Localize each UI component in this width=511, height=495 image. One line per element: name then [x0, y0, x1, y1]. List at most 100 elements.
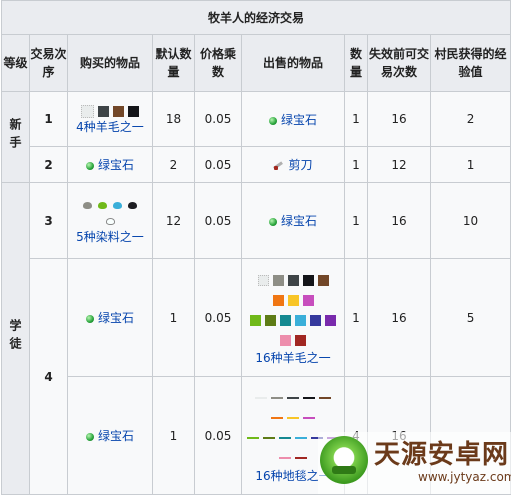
wool-icon: [302, 274, 314, 286]
header-qty: 数量: [344, 34, 368, 92]
android-logo-icon: [320, 436, 368, 484]
price-mult: 0.05: [194, 91, 242, 147]
buy-item-link[interactable]: 5种染料之一: [76, 230, 144, 244]
wool-icon: [272, 294, 284, 306]
header-sell: 出售的物品: [241, 34, 345, 92]
wool-icon: [302, 294, 314, 306]
header-trade-order: 交易次序: [29, 34, 68, 92]
carpet-icon: [295, 457, 307, 459]
header-default-qty: 默认数量: [152, 34, 195, 92]
carpet-icon: [247, 437, 259, 439]
buy-item-link[interactable]: 绿宝石: [98, 311, 134, 325]
wool-icon: [257, 274, 269, 286]
wool-icon: [250, 314, 261, 326]
max-uses: 16: [367, 258, 431, 377]
shepherd-trades-table: 牧羊人的经济交易 等级 交易次序 购买的物品 默认数量 价格乘数 出售的物品 数…: [0, 0, 511, 495]
sell-cell: 剪刀: [241, 146, 345, 183]
qty: 1: [344, 91, 368, 147]
carpet-icon: [263, 437, 275, 439]
carpet-icon: [271, 417, 283, 419]
wool-icon: [113, 106, 124, 117]
wool-swatches: [68, 103, 152, 119]
header-max-uses: 失效前可交易次数: [367, 34, 431, 92]
header-buy: 购买的物品: [67, 34, 153, 92]
wool-icon: [317, 274, 329, 286]
carpet-icon: [303, 417, 315, 419]
xp: 2: [429, 91, 511, 147]
wool-icon: [287, 294, 299, 306]
sell-item-link[interactable]: 绿宝石: [281, 113, 317, 127]
dye-icon: [83, 201, 92, 209]
buy-item-link[interactable]: 绿宝石: [98, 429, 134, 443]
wool-icon: [272, 274, 284, 286]
sell-item-link[interactable]: 绿宝石: [281, 214, 317, 228]
wool-icon: [325, 314, 336, 326]
buy-item-link[interactable]: 4种羊毛之一: [76, 120, 144, 134]
default-qty: 1: [152, 376, 195, 495]
wool-icon: [287, 274, 299, 286]
header-price-mult: 价格乘数: [194, 34, 242, 92]
price-mult: 0.05: [194, 146, 242, 183]
price-mult: 0.05: [194, 182, 242, 259]
watermark-url: www.jytyaz.com: [418, 470, 511, 484]
sell-item-link[interactable]: 剪刀: [288, 158, 312, 172]
carpet-icon: [255, 397, 267, 399]
default-qty: 18: [152, 91, 195, 147]
shears-icon: [273, 161, 283, 170]
table-row: 学徒 3 5种染料之一 12 0.05 绿宝石 1 16 10: [1, 182, 511, 495]
max-uses: 16: [367, 91, 431, 147]
sell-cell: 16种羊毛之一: [241, 258, 345, 377]
carpet-icon: [319, 397, 331, 399]
carpet-icon: [303, 397, 315, 399]
buy-item-link[interactable]: 绿宝石: [98, 158, 134, 172]
table-caption: 牧羊人的经济交易: [0, 0, 511, 35]
trade-order: 4: [29, 258, 68, 495]
qty: 1: [344, 182, 368, 259]
emerald-icon: [85, 433, 94, 441]
buy-cell: 绿宝石: [67, 376, 153, 495]
wool-icon: [280, 314, 291, 326]
max-uses: 12: [367, 146, 431, 183]
dye-icon: [128, 201, 137, 209]
dye-icon: [105, 217, 115, 225]
buy-cell: 绿宝石: [67, 258, 153, 377]
carpet-icon: [279, 457, 291, 459]
header-level: 等级: [1, 34, 30, 92]
emerald-icon: [268, 218, 277, 226]
carpet-icon: [279, 437, 291, 439]
wool-icon: [310, 314, 321, 326]
wool-icon: [280, 334, 291, 346]
level-apprentice: 学徒: [1, 182, 30, 495]
wool-icon: [265, 314, 276, 326]
xp: 1: [429, 146, 511, 183]
qty: 1: [344, 146, 368, 183]
buy-cell: 5种染料之一: [67, 182, 153, 259]
default-qty: 2: [152, 146, 195, 183]
emerald-icon: [85, 315, 94, 323]
wool-icon: [81, 105, 94, 118]
wool-icon: [128, 106, 139, 117]
wool-icon: [295, 314, 306, 326]
site-watermark: 天源安卓网 www.jytyaz.com: [318, 432, 511, 494]
wool-swatches-16: [242, 270, 344, 290]
dye-icon: [113, 201, 122, 209]
emerald-icon: [85, 162, 94, 170]
sell-cell: 绿宝石: [241, 182, 345, 259]
watermark-name: 天源安卓网: [374, 440, 510, 470]
sell-cell: 绿宝石: [241, 91, 345, 147]
sell-item-link[interactable]: 16种羊毛之一: [255, 351, 330, 365]
emerald-icon: [268, 116, 277, 125]
xp: 10: [429, 182, 511, 259]
price-mult: 0.05: [194, 258, 242, 377]
table-row: 2 绿宝石 2 0.05 剪刀 1 12 1: [2, 146, 511, 183]
trade-order: 2: [29, 146, 68, 183]
carpet-icon: [295, 437, 307, 439]
trade-order: 3: [29, 182, 68, 259]
default-qty: 1: [152, 258, 195, 377]
header-xp: 村民获得的经验值: [429, 34, 511, 92]
table-row: 新手 1 4种羊毛之一 18 0.05 绿宝石 1 16 2: [1, 91, 511, 183]
price-mult: 0.05: [194, 376, 242, 495]
max-uses: 16: [367, 182, 431, 259]
default-qty: 12: [152, 182, 195, 259]
qty: 1: [344, 258, 368, 377]
